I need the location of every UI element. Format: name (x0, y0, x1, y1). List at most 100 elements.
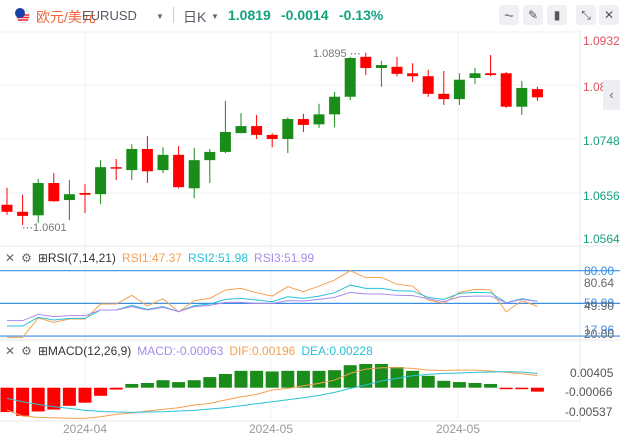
candle-body (407, 73, 419, 77)
candle-body (485, 73, 497, 76)
candle-body (1, 204, 13, 212)
date-axis-label: 2024-04 (63, 422, 107, 436)
macd-bar (78, 387, 92, 403)
eu-us-flag-icon (15, 8, 30, 23)
settings-icon[interactable]: ⚙ (21, 344, 32, 358)
macd-axis-label: 0.00405 (570, 366, 614, 380)
macd-bar (187, 380, 201, 388)
candle-body (344, 57, 356, 97)
indicator-icon[interactable]: ⏦ (499, 5, 519, 25)
macd-bar (343, 365, 357, 388)
rsi-legend: ✕ ⚙ ⊞RSI(7,14,21) RSI1:47.37 RSI2:51.98 … (5, 251, 314, 265)
candle-body (251, 126, 263, 135)
candle-body (95, 167, 107, 195)
side-panel-toggle[interactable]: ‹ (603, 80, 620, 110)
price-axis-label: 1.0656 (583, 189, 620, 203)
macd-bar (437, 380, 451, 388)
macd-axis-label: -0.00537 (565, 405, 613, 419)
expand-icon[interactable]: ⊞ (38, 251, 48, 265)
candle-body (157, 154, 169, 171)
macd-bar (281, 370, 295, 388)
macd-bar (234, 370, 248, 388)
period-select[interactable]: 日K (183, 7, 206, 27)
candle-body (375, 65, 387, 68)
candle-body (438, 93, 450, 100)
macd-bar (530, 387, 544, 392)
period-dropdown-icon[interactable]: ▼ (211, 12, 219, 21)
macd-bar (140, 383, 154, 388)
macd-bar (312, 370, 326, 388)
macd-bar (406, 370, 420, 388)
macd-value: MACD:-0.00063 (137, 344, 224, 358)
macd-bar (109, 387, 123, 390)
candle-body (516, 87, 528, 107)
rsi-axis-label: 80.64 (584, 276, 614, 290)
macd-bar (250, 370, 264, 388)
chart-header: 欧元/美元 EURUSD ▼ 日K ▼ 1.0819 -0.0014 -0.13… (0, 0, 620, 30)
settings-icon[interactable]: ⚙ (21, 251, 32, 265)
macd-bar (499, 387, 513, 390)
collapse-icon[interactable]: ⤡ (576, 5, 596, 25)
rsi-axis-label: 49.90 (584, 299, 614, 313)
candle-body (391, 66, 403, 74)
macd-bar (125, 383, 139, 388)
draw-icon[interactable]: ✎ (523, 5, 543, 25)
macd-bar (62, 387, 76, 406)
candle-body (266, 134, 278, 140)
price-change-pct: -0.13% (339, 7, 384, 23)
date-axis-label: 2024-05 (249, 422, 293, 436)
macd-bar (452, 382, 466, 388)
close-icon[interactable]: ✕ (599, 5, 619, 25)
candle-body (329, 96, 341, 115)
candle-body (17, 211, 29, 216)
macd-bar (172, 382, 186, 388)
price-axis-label: 1.0564 (583, 232, 620, 246)
candle-body (422, 76, 434, 94)
low-annotation: ⋯1.0601 (22, 222, 67, 234)
divider (173, 7, 174, 23)
candle-body (282, 119, 294, 140)
date-axis-label: 2024-05 (436, 422, 480, 436)
macd-bar (421, 375, 435, 388)
expand-icon[interactable]: ⊞ (38, 344, 48, 358)
last-price: 1.0819 (228, 7, 271, 23)
macd-name: MACD(12,26,9) (47, 344, 132, 358)
candle-body (219, 131, 231, 152)
macd-bar (31, 387, 45, 412)
macd-bar (328, 370, 342, 388)
rsi-axis-label: 20.00 (584, 327, 614, 341)
candle-body (126, 148, 138, 171)
candle-body (188, 160, 200, 189)
symbol-dropdown-icon[interactable]: ▼ (156, 12, 164, 21)
candle-body (173, 154, 185, 188)
remove-indicator-icon[interactable]: ✕ (5, 251, 15, 265)
rsi3-value: RSI3:51.99 (254, 251, 315, 265)
macd-legend: ✕ ⚙ ⊞MACD(12,26,9) MACD:-0.00063 DIF:0.0… (5, 344, 373, 358)
candle-body (531, 89, 543, 98)
candle-body (469, 73, 481, 78)
rsi1-value: RSI1:47.37 (121, 251, 182, 265)
rsi-name: RSI(7,14,21) (47, 251, 116, 265)
dea-value: DEA:0.00228 (301, 344, 373, 358)
macd-bar (156, 380, 170, 388)
dif-value: DIF:0.00196 (229, 344, 296, 358)
candle-body (48, 183, 60, 202)
macd-bar (218, 373, 232, 388)
rsi2-value: RSI2:51.98 (187, 251, 249, 265)
price-change: -0.0014 (281, 7, 329, 23)
price-axis-label: 1.0932 (583, 34, 620, 48)
candle-body (63, 194, 75, 201)
candle-body (79, 193, 91, 195)
macd-bar (0, 387, 14, 413)
candle-body (313, 114, 325, 125)
macd-bar (203, 377, 217, 388)
symbol-code[interactable]: EURUSD (82, 8, 137, 23)
remove-indicator-icon[interactable]: ✕ (5, 344, 15, 358)
candle-body (297, 119, 309, 125)
candle-type-icon[interactable]: ▮ (547, 5, 567, 25)
chart-canvas[interactable]: 1.09321.08401.07481.06561.05641.0895 ⋯⋯1… (0, 0, 620, 441)
candle-body (110, 167, 122, 169)
candle-body (32, 183, 44, 216)
candle-body (453, 79, 465, 100)
candle-body (500, 73, 512, 107)
